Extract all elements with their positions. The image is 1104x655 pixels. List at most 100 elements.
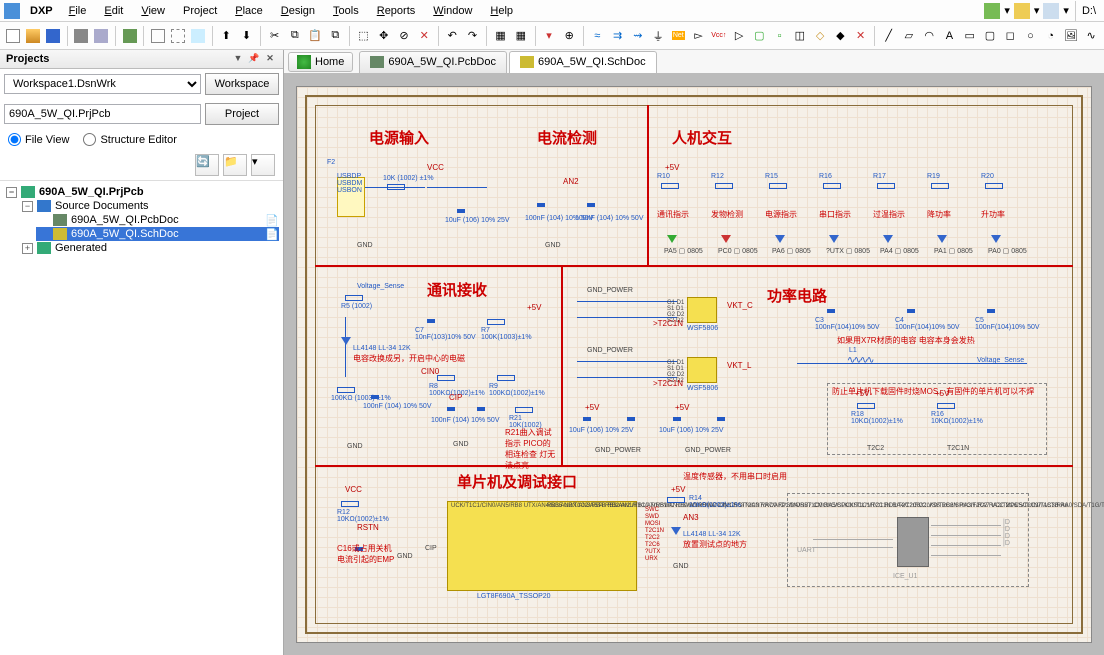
print-btn[interactable] (73, 26, 90, 46)
pie-btn[interactable]: ◔ (1042, 26, 1059, 46)
copy-btn[interactable]: ⧉ (286, 26, 303, 46)
select-btn[interactable]: ⬚ (355, 26, 372, 46)
project-input[interactable] (4, 104, 201, 124)
sheet-entry-btn[interactable]: ▫ (771, 26, 788, 46)
tree-generated[interactable]: + Generated (20, 241, 279, 255)
power-vcc-btn[interactable]: Vcc↑ (710, 26, 727, 46)
menu-file[interactable]: File (61, 3, 95, 19)
panel-close-icon[interactable]: ✕ (263, 53, 277, 65)
resistor (387, 184, 405, 190)
wire-btn[interactable]: ≈ (589, 26, 606, 46)
document-tabs: Home 690A_5W_QI.PcbDoc 690A_5W_QI.SchDoc (284, 50, 1104, 74)
menu-view[interactable]: View (133, 3, 173, 19)
menu-help[interactable]: Help (482, 3, 521, 19)
menu-edit[interactable]: Edit (96, 3, 131, 19)
preview-btn[interactable] (93, 26, 110, 46)
cut-btn[interactable]: ✂ (266, 26, 283, 46)
modified-mark-icon: 📄 (265, 228, 277, 240)
capacitor (457, 209, 465, 213)
menu-tools[interactable]: Tools (325, 3, 367, 19)
home-icon (297, 55, 311, 69)
tab-sch[interactable]: 690A_5W_QI.SchDoc (509, 51, 657, 73)
rect-btn[interactable]: ▢ (981, 26, 998, 46)
undo-btn[interactable]: ↶ (444, 26, 461, 46)
grid2-btn[interactable]: ▦ (512, 26, 529, 46)
signal-btn[interactable]: ⇝ (629, 26, 646, 46)
menu-reports[interactable]: Reports (369, 3, 424, 19)
block-title-current: 电流检测 (537, 127, 597, 148)
clear-btn[interactable]: ✕ (416, 26, 433, 46)
project-tree: − 690A_5W_QI.PrjPcb − Source Documents 6… (0, 180, 283, 655)
menu-window[interactable]: Window (425, 3, 480, 19)
netlabel-btn[interactable]: Net (670, 26, 687, 46)
device-sheet-btn[interactable]: ◫ (791, 26, 808, 46)
tree-project-root[interactable]: − 690A_5W_QI.PrjPcb (4, 185, 279, 199)
radio-file-view[interactable]: File View (8, 133, 69, 146)
redo-btn[interactable]: ↷ (464, 26, 481, 46)
usb-labels: USBDPUSBDMUSBON (337, 173, 362, 194)
grid-btn[interactable]: ▦ (492, 26, 509, 46)
menu-place[interactable]: Place (227, 3, 271, 19)
polygon-btn[interactable]: ▱ (900, 26, 917, 46)
hierarchy-down-icon[interactable]: ⬇ (238, 26, 255, 46)
move-btn[interactable]: ✥ (375, 26, 392, 46)
harness2-btn[interactable]: ◆ (832, 26, 849, 46)
mosfet-q1 (687, 297, 717, 323)
open-btn[interactable] (24, 26, 41, 46)
part-btn[interactable]: ▷ (730, 26, 747, 46)
block-title-power-in: 电源输入 (369, 127, 429, 148)
zoom-fit-btn[interactable] (149, 26, 166, 46)
app-logo-icon (4, 3, 20, 19)
paste-btn[interactable]: 📋 (306, 26, 323, 46)
new-doc-btn[interactable] (4, 26, 21, 46)
stamp-btn[interactable]: ⧉ (327, 26, 344, 46)
round-rect-btn[interactable]: ◻ (1002, 26, 1019, 46)
validate-btn[interactable]: ▾ (540, 26, 557, 46)
report-icon[interactable] (1043, 3, 1059, 19)
bus-btn[interactable]: ⇉ (609, 26, 626, 46)
gnd-btn[interactable]: ⏚ (649, 26, 666, 46)
schematic-sheet: 电源输入 电流检测 人机交互 通讯接收 功率电路 单片机及调试接口 USBDPU… (296, 86, 1092, 643)
image-btn[interactable]: 🖼 (1062, 26, 1079, 46)
block-title-mcu: 单片机及调试接口 (457, 471, 577, 492)
schematic-canvas[interactable]: 电源输入 电流检测 人机交互 通讯接收 功率电路 单片机及调试接口 USBDPU… (284, 74, 1104, 655)
zoom-area-btn[interactable] (169, 26, 186, 46)
workspace-button[interactable]: Workspace (205, 73, 279, 95)
tree-pcb-doc[interactable]: 690A_5W_QI.PcbDoc📄 (36, 213, 279, 227)
home-tab[interactable]: Home (288, 52, 353, 72)
radio-structure-editor[interactable]: Structure Editor (83, 133, 176, 146)
tree-sch-doc[interactable]: 690A_5W_QI.SchDoc📄 (36, 227, 279, 241)
line-btn[interactable]: ╱ (880, 26, 897, 46)
panel-tool-2[interactable]: 📁 (223, 154, 247, 176)
panel-pin-icon[interactable]: 📌 (247, 53, 261, 65)
project-button[interactable]: Project (205, 103, 279, 125)
noerc-btn[interactable]: ✕ (852, 26, 869, 46)
lib-btn[interactable] (121, 26, 138, 46)
zoom-sel-btn[interactable] (190, 26, 207, 46)
panel-tool-3[interactable]: ▾ (251, 154, 275, 176)
menu-design[interactable]: Design (273, 3, 323, 19)
harness-btn[interactable]: ◇ (811, 26, 828, 46)
panel-tool-1[interactable]: 🔄 (195, 154, 219, 176)
ellipse-btn[interactable]: ○ (1022, 26, 1039, 46)
deselect-btn[interactable]: ⊘ (395, 26, 412, 46)
inductor: ∿∿∿∿ (847, 355, 873, 366)
path-hint: D:\ (1082, 5, 1096, 17)
arc-btn[interactable]: ◠ (921, 26, 938, 46)
workspace-select[interactable]: Workspace1.DsnWrk (4, 74, 201, 94)
panel-dropdown-icon[interactable]: ▼ (231, 53, 245, 65)
menu-project[interactable]: Project (175, 3, 225, 19)
hierarchy-up-icon[interactable]: ⬆ (218, 26, 235, 46)
layer-icon[interactable] (1014, 3, 1030, 19)
chart-icon[interactable] (984, 3, 1000, 19)
frame-btn[interactable]: ▭ (961, 26, 978, 46)
bezier-btn[interactable]: ∿ (1083, 26, 1100, 46)
port-btn[interactable]: ▻ (690, 26, 707, 46)
tab-pcb[interactable]: 690A_5W_QI.PcbDoc (359, 51, 507, 73)
modified-mark-icon: 📄 (265, 214, 277, 226)
sheet-btn[interactable]: ▢ (751, 26, 768, 46)
cross-btn[interactable]: ⊕ (561, 26, 578, 46)
text-btn[interactable]: A (941, 26, 958, 46)
save-btn[interactable] (45, 26, 62, 46)
tree-source-documents[interactable]: − Source Documents (20, 199, 279, 213)
